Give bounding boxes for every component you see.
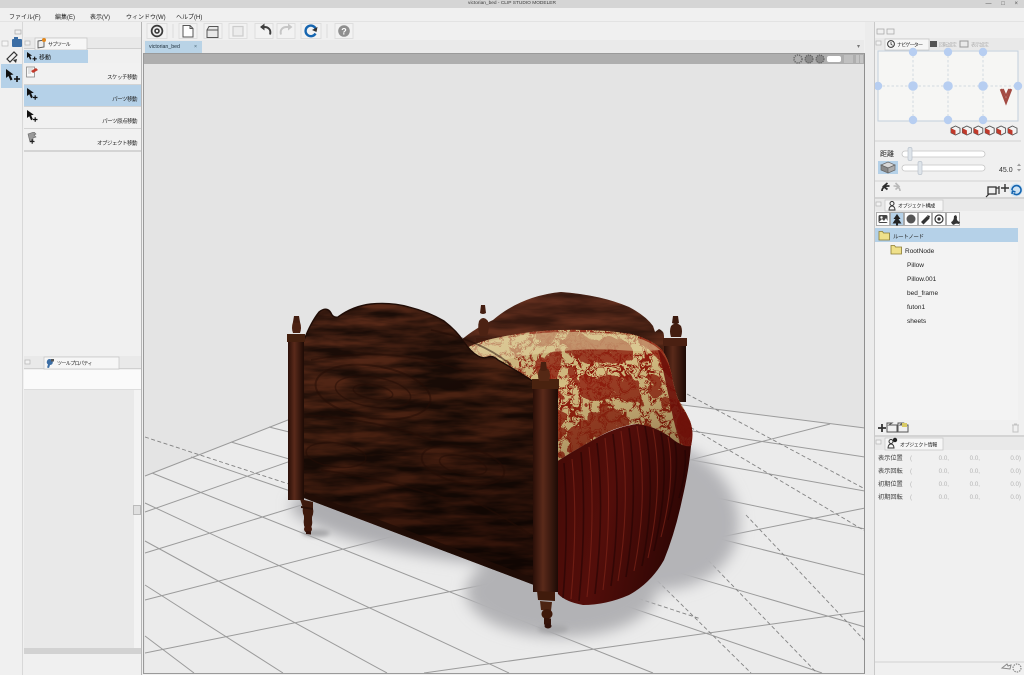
svg-text:0.0): 0.0)	[1010, 494, 1021, 501]
svg-text:0.0,: 0.0,	[970, 468, 981, 475]
svg-text:(: (	[910, 481, 913, 488]
svg-text:表示設定: 表示設定	[971, 42, 989, 49]
svg-text:0.0): 0.0)	[1010, 481, 1021, 488]
svg-text:オブジェクト構成: オブジェクト構成	[898, 203, 935, 210]
svg-text:0.0): 0.0)	[1010, 468, 1021, 475]
svg-text:移動: 移動	[39, 54, 51, 62]
svg-text:回転設定: 回転設定	[939, 42, 957, 49]
svg-text:表示位置: 表示位置	[878, 454, 903, 462]
svg-text:ナビゲーター: ナビゲーター	[897, 42, 923, 49]
svg-text:0.0,: 0.0,	[939, 481, 950, 488]
svg-text:0.0): 0.0)	[1010, 455, 1021, 462]
svg-text:0.0,: 0.0,	[970, 455, 981, 462]
svg-text:bed_frame: bed_frame	[907, 290, 938, 297]
svg-text:0.0,: 0.0,	[939, 468, 950, 475]
svg-text:45.0: 45.0	[999, 167, 1013, 174]
svg-text:サブツール: サブツール	[48, 41, 71, 48]
svg-text:表示回転: 表示回転	[878, 467, 903, 475]
svg-text:(: (	[910, 494, 913, 501]
svg-text:Pillow: Pillow	[907, 262, 924, 269]
svg-text:0.0,: 0.0,	[939, 455, 950, 462]
svg-text:初期回転: 初期回転	[878, 493, 903, 501]
svg-text:オブジェクト情報: オブジェクト情報	[900, 442, 937, 449]
svg-text:ルートノード: ルートノード	[893, 235, 924, 241]
svg-text:0.0,: 0.0,	[970, 494, 981, 501]
svg-text:?: ?	[341, 26, 347, 36]
svg-text:futon1: futon1	[907, 304, 925, 311]
svg-text:(: (	[910, 455, 913, 462]
svg-text:(: (	[910, 468, 913, 475]
svg-text:RootNode: RootNode	[905, 248, 935, 255]
svg-text:距離: 距離	[880, 149, 894, 158]
svg-text:0.0,: 0.0,	[939, 494, 950, 501]
svg-text:sheets: sheets	[907, 318, 927, 325]
svg-text:Pillow.001: Pillow.001	[907, 276, 937, 283]
svg-text:初期位置: 初期位置	[878, 480, 903, 488]
svg-text:0.0,: 0.0,	[970, 481, 981, 488]
svg-text:ツールプロパティ: ツールプロパティ	[57, 361, 92, 367]
